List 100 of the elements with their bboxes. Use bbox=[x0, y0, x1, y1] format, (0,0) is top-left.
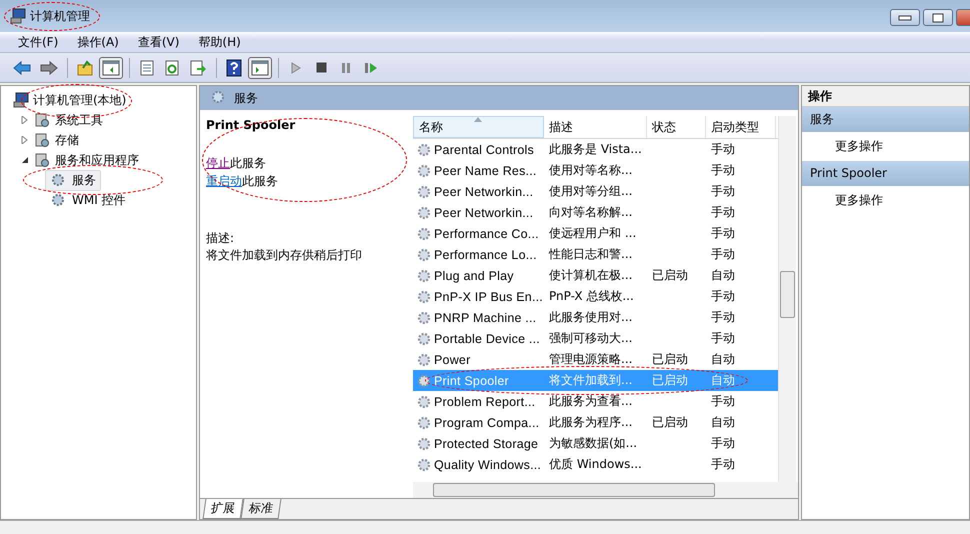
table-cell-text: 此服务为程序... bbox=[548, 414, 634, 431]
table-row[interactable]: Portable Device ... 强制可移动大... 手动 bbox=[413, 328, 778, 349]
table-row[interactable]: Protected Storage 为敏感数据(如... 手动 bbox=[413, 433, 778, 454]
table-row[interactable]: Peer Networkin... 使用对等分组... 手动 bbox=[413, 181, 778, 202]
service-name: Performance Lo... bbox=[434, 248, 537, 262]
folder-icon bbox=[77, 60, 93, 76]
action-pane-toggle-button[interactable] bbox=[248, 56, 272, 78]
table-cell-text: 自动 bbox=[710, 351, 736, 368]
table-row[interactable]: Plug and Play 使计算机在极... 已启动 自动 bbox=[413, 265, 778, 286]
pause-icon bbox=[341, 62, 351, 74]
column-header[interactable]: 状态 bbox=[647, 116, 706, 138]
horizontal-scrollbar[interactable] bbox=[413, 482, 798, 498]
table-cell-text: 此服务是 Vista... bbox=[548, 141, 643, 158]
table-cell-text: 手动 bbox=[710, 204, 736, 221]
computer-icon bbox=[13, 92, 29, 108]
table-row[interactable]: PNRP Machine ... 此服务使用对... 手动 bbox=[413, 307, 778, 328]
service-name: Parental Controls bbox=[434, 142, 534, 156]
table-cell-text: 此服务使用对... bbox=[548, 309, 634, 326]
table-cell-text: 为敏感数据(如... bbox=[548, 435, 638, 452]
table-cell-text: 使远程用户和 ... bbox=[548, 225, 638, 242]
maximize-button[interactable] bbox=[923, 9, 953, 26]
table-cell-text: 使用对等分组... bbox=[548, 183, 634, 200]
window-panel-icon bbox=[102, 60, 120, 76]
column-header[interactable]: 启动类型 bbox=[706, 116, 776, 138]
table-row[interactable]: PnP-X IP Bus En... PnP-X 总线枚... 手动 bbox=[413, 286, 778, 307]
tree-toggle-button[interactable] bbox=[99, 56, 123, 78]
table-cell-text: 优质 Windows... bbox=[548, 456, 643, 473]
table-cell-text: 手动 bbox=[710, 309, 736, 326]
table-row[interactable]: Performance Lo... 性能日志和警... 手动 bbox=[413, 244, 778, 265]
service-link[interactable]: 停止 bbox=[206, 156, 230, 170]
resume-icon bbox=[364, 62, 378, 74]
service-link[interactable]: 重启动 bbox=[206, 174, 242, 188]
tree-item[interactable]: 服务和应用程序 bbox=[55, 152, 139, 168]
forward-arrow-icon bbox=[40, 60, 58, 76]
table-cell-text: 向对等名称解... bbox=[548, 204, 634, 221]
play-icon bbox=[291, 62, 301, 74]
service-name: Performance Co... bbox=[434, 226, 539, 240]
column-header[interactable]: 名称 bbox=[413, 116, 544, 138]
service-name: Peer Name Res... bbox=[434, 164, 537, 178]
document-icon bbox=[139, 60, 155, 76]
table-cell-text: 自动 bbox=[710, 414, 736, 431]
action-group-header[interactable]: 服务 bbox=[802, 107, 969, 132]
table-cell-text: 手动 bbox=[710, 162, 736, 179]
back-arrow-icon bbox=[13, 60, 31, 76]
menu-item[interactable]: 帮助(H) bbox=[198, 34, 241, 50]
table-row[interactable]: Power 管理电源策略... 已启动 自动 bbox=[413, 349, 778, 370]
service-name: PnP-X IP Bus En... bbox=[434, 290, 543, 304]
menu-item[interactable]: 文件(F) bbox=[18, 34, 58, 50]
expand-arrow-icon[interactable] bbox=[21, 136, 29, 144]
table-cell-text: 手动 bbox=[710, 183, 736, 200]
table-row[interactable]: Problem Report... 此服务为查看... 手动 bbox=[413, 391, 778, 412]
tree-item[interactable]: 服务 bbox=[45, 170, 101, 190]
column-header[interactable]: 描述 bbox=[544, 116, 647, 138]
service-name: PNRP Machine ... bbox=[434, 310, 536, 324]
sort-arrow-icon bbox=[474, 117, 482, 122]
table-row[interactable]: Peer Networkin... 向对等名称解... 手动 bbox=[413, 202, 778, 223]
computer-icon bbox=[10, 8, 26, 24]
help-icon bbox=[226, 58, 242, 76]
table-cell-text: 性能日志和警... bbox=[548, 246, 634, 263]
action-group-header[interactable]: Print Spooler bbox=[802, 161, 969, 186]
pane-title: 操作 bbox=[802, 86, 969, 107]
table-cell-text: 此服务为查看... bbox=[548, 393, 634, 410]
menu-item[interactable]: 查看(V) bbox=[138, 34, 180, 50]
tree-item[interactable]: 存储 bbox=[55, 132, 79, 148]
table-row[interactable]: Parental Controls 此服务是 Vista... 手动 bbox=[413, 139, 778, 160]
table-cell-text: 手动 bbox=[710, 393, 736, 410]
table-cell-text: 手动 bbox=[710, 225, 736, 242]
collapse-arrow-icon[interactable] bbox=[21, 156, 29, 164]
tab[interactable]: 标准 bbox=[240, 499, 282, 519]
service-name: Power bbox=[434, 352, 470, 366]
minimize-button[interactable] bbox=[890, 9, 920, 26]
table-row[interactable]: Performance Co... 使远程用户和 ... 手动 bbox=[413, 223, 778, 244]
refresh-icon bbox=[164, 60, 180, 76]
table-row[interactable]: Quality Windows... 优质 Windows... 手动 bbox=[413, 454, 778, 475]
tree-item[interactable]: 计算机管理(本地) bbox=[33, 92, 126, 108]
service-name: Program Compa... bbox=[434, 416, 540, 430]
tab[interactable]: 扩展 bbox=[202, 499, 244, 519]
pane-title: 服务 bbox=[234, 90, 258, 106]
action-item[interactable]: 更多操作 bbox=[802, 186, 969, 215]
service-name: Peer Networkin... bbox=[434, 184, 534, 198]
stop-icon bbox=[316, 62, 326, 73]
action-item[interactable]: 更多操作 bbox=[802, 132, 969, 161]
service-name: Peer Networkin... bbox=[434, 206, 534, 220]
table-cell-text: 使用对等名称... bbox=[548, 162, 634, 179]
table-cell-text: 已启动 bbox=[651, 372, 689, 389]
table-row[interactable]: Program Compa... 此服务为程序... 已启动 自动 bbox=[413, 412, 778, 433]
table-row[interactable]: Peer Name Res... 使用对等名称... 手动 bbox=[413, 160, 778, 181]
service-name: Print Spooler bbox=[206, 118, 296, 132]
table-cell-text: 已启动 bbox=[651, 414, 689, 431]
vertical-scrollbar[interactable] bbox=[778, 116, 796, 482]
expand-arrow-icon[interactable] bbox=[21, 116, 29, 124]
window-title: 计算机管理 bbox=[30, 8, 90, 24]
table-cell-text: 自动 bbox=[710, 267, 736, 284]
table-cell-text: 使计算机在极... bbox=[548, 267, 634, 284]
table-cell-text: 已启动 bbox=[651, 351, 689, 368]
tree-item[interactable]: WMI 控件 bbox=[45, 190, 131, 210]
menu-item[interactable]: 操作(A) bbox=[77, 34, 119, 50]
description-text: 将文件加载到内存供稍后打印 bbox=[206, 247, 363, 264]
table-cell-text: 将文件加载到... bbox=[548, 372, 634, 389]
service-name: Portable Device ... bbox=[434, 332, 540, 346]
